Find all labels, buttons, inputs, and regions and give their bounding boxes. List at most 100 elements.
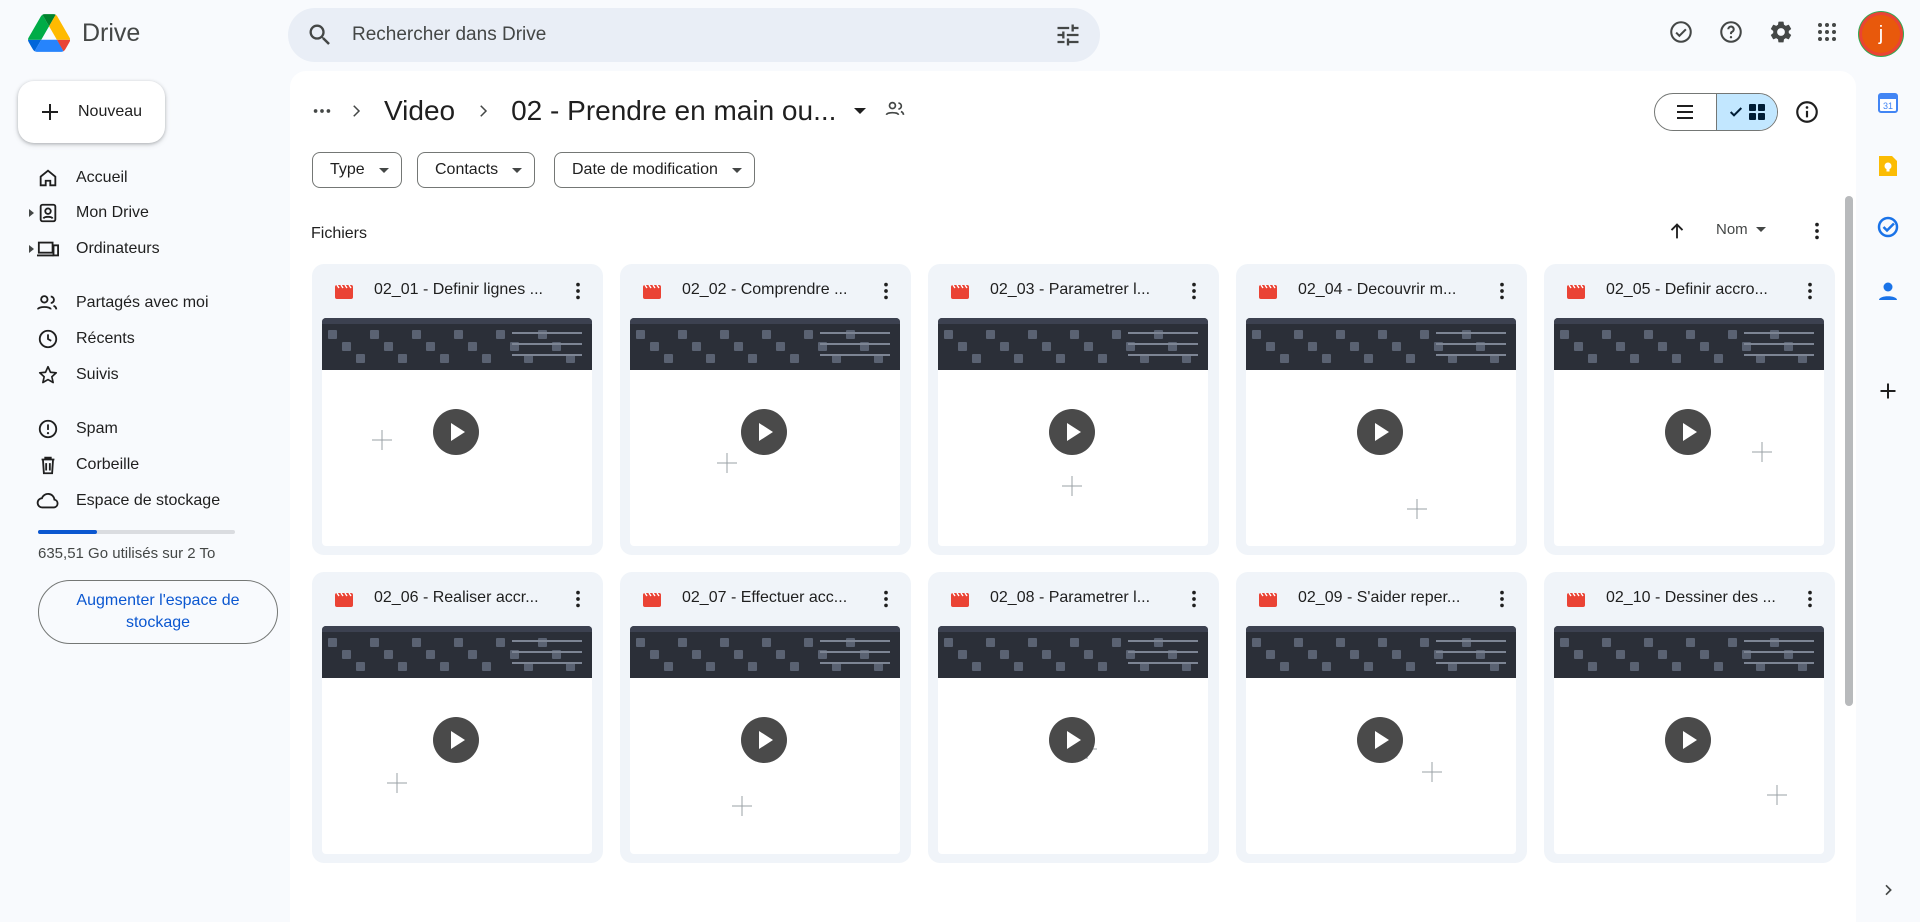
- cloud-icon: [28, 490, 68, 512]
- upgrade-storage-button[interactable]: Augmenter l'espace de stockage: [38, 580, 278, 644]
- settings-gear-icon[interactable]: [1766, 17, 1796, 47]
- play-icon[interactable]: [1049, 717, 1095, 763]
- folder-menu-dropdown-icon[interactable]: [854, 108, 867, 114]
- file-card[interactable]: 02_02 - Comprendre ...: [620, 264, 911, 555]
- avatar[interactable]: j: [1862, 15, 1900, 53]
- sidebar-item-label: Partagés avec moi: [76, 294, 209, 311]
- more-vert-icon[interactable]: [1799, 588, 1821, 610]
- video-thumbnail[interactable]: [1554, 318, 1824, 546]
- video-file-icon: [951, 284, 969, 299]
- list-view-button[interactable]: [1655, 94, 1716, 130]
- shared-icon: [28, 292, 68, 314]
- file-name: 02_03 - Parametrer l...: [990, 281, 1151, 298]
- drawing-preview: [732, 796, 752, 816]
- file-card[interactable]: 02_05 - Definir accro...: [1544, 264, 1835, 555]
- video-thumbnail[interactable]: [1246, 626, 1516, 854]
- file-card[interactable]: 02_06 - Realiser accr...: [312, 572, 603, 863]
- sidebar-item-mon-drive[interactable]: Mon Drive: [28, 197, 149, 229]
- avatar-letter: j: [1878, 22, 1884, 45]
- file-name: 02_06 - Realiser accr...: [374, 589, 539, 606]
- file-card[interactable]: 02_10 - Dessiner des ...: [1544, 572, 1835, 863]
- more-vert-icon[interactable]: [1491, 588, 1513, 610]
- search-bar[interactable]: [288, 8, 1100, 62]
- drawing-preview: [1407, 499, 1427, 519]
- sidebar-item-partages[interactable]: Partagés avec moi: [28, 287, 209, 319]
- file-card[interactable]: 02_04 - Decouvrir m...: [1236, 264, 1527, 555]
- more-vert-icon[interactable]: [1491, 280, 1513, 302]
- more-vert-icon[interactable]: [567, 280, 589, 302]
- sidebar-item-suivis[interactable]: Suivis: [28, 359, 119, 391]
- calendar-icon[interactable]: 31: [1874, 89, 1902, 117]
- more-vert-icon[interactable]: [875, 588, 897, 610]
- filter-date-chip[interactable]: Date de modification: [554, 152, 755, 188]
- play-icon[interactable]: [741, 717, 787, 763]
- tasks-icon[interactable]: [1874, 213, 1902, 241]
- scrollbar[interactable]: [1845, 196, 1853, 706]
- video-thumbnail[interactable]: [938, 626, 1208, 854]
- video-thumbnail[interactable]: [938, 318, 1208, 546]
- more-vert-icon[interactable]: [1806, 220, 1828, 242]
- search-input[interactable]: [352, 8, 1032, 62]
- sidebar-item-spam[interactable]: Spam: [28, 413, 118, 445]
- sidebar-item-recents[interactable]: Récents: [28, 323, 135, 355]
- file-card[interactable]: 02_07 - Effectuer acc...: [620, 572, 911, 863]
- view-toggle[interactable]: [1654, 93, 1778, 131]
- clock-icon: [28, 328, 68, 350]
- breadcrumb-item-current[interactable]: 02 - Prendre en main ou...: [503, 95, 844, 127]
- drawing-preview: [1752, 442, 1772, 462]
- file-card[interactable]: 02_03 - Parametrer l...: [928, 264, 1219, 555]
- play-icon[interactable]: [1049, 409, 1095, 455]
- dropdown-arrow-icon: [1755, 227, 1766, 232]
- search-icon[interactable]: [306, 21, 334, 49]
- apps-grid-icon[interactable]: [1812, 17, 1842, 47]
- video-thumbnail[interactable]: [322, 318, 592, 546]
- sidebar-item-stockage[interactable]: Espace de stockage: [28, 485, 220, 517]
- sidebar-item-ordinateurs[interactable]: Ordinateurs: [28, 233, 160, 265]
- more-vert-icon[interactable]: [875, 280, 897, 302]
- play-icon[interactable]: [433, 409, 479, 455]
- file-card[interactable]: 02_01 - Definir lignes ...: [312, 264, 603, 555]
- play-icon[interactable]: [741, 409, 787, 455]
- info-icon[interactable]: [1794, 99, 1820, 125]
- play-icon[interactable]: [1665, 717, 1711, 763]
- video-thumbnail[interactable]: [630, 626, 900, 854]
- grid-view-button[interactable]: [1715, 94, 1777, 130]
- play-icon[interactable]: [433, 717, 479, 763]
- drawing-preview: [1062, 476, 1082, 496]
- file-card[interactable]: 02_09 - S'aider reper...: [1236, 572, 1527, 863]
- chevron-right-icon[interactable]: [1874, 876, 1902, 904]
- filter-contacts-chip[interactable]: Contacts: [417, 152, 536, 188]
- more-vert-icon[interactable]: [1183, 588, 1205, 610]
- shared-folder-icon[interactable]: [884, 98, 906, 125]
- more-vert-icon[interactable]: [1183, 280, 1205, 302]
- new-button[interactable]: Nouveau: [18, 81, 165, 143]
- play-icon[interactable]: [1357, 409, 1403, 455]
- keep-icon[interactable]: [1874, 152, 1902, 180]
- sidebar-item-label: Spam: [76, 420, 118, 437]
- play-icon[interactable]: [1357, 717, 1403, 763]
- contacts-icon[interactable]: [1874, 277, 1902, 305]
- sort-direction-arrow-icon[interactable]: [1666, 220, 1688, 242]
- video-thumbnail[interactable]: [630, 318, 900, 546]
- filter-type-chip[interactable]: Type: [312, 152, 402, 188]
- storage-progress-bar: [38, 530, 235, 534]
- help-icon[interactable]: [1716, 17, 1746, 47]
- tune-icon[interactable]: [1054, 21, 1082, 49]
- video-thumbnail[interactable]: [1246, 318, 1516, 546]
- drive-logo[interactable]: Drive: [28, 14, 140, 52]
- file-card[interactable]: 02_08 - Parametrer l...: [928, 572, 1219, 863]
- breadcrumb-item-video[interactable]: Video: [376, 95, 463, 127]
- video-thumbnail[interactable]: [322, 626, 592, 854]
- sidebar-item-accueil[interactable]: Accueil: [28, 162, 128, 194]
- more-vert-icon[interactable]: [567, 588, 589, 610]
- spam-icon: [28, 418, 68, 440]
- play-icon[interactable]: [1665, 409, 1711, 455]
- add-addon-plus-icon[interactable]: [1874, 377, 1902, 405]
- sidebar-item-corbeille[interactable]: Corbeille: [28, 449, 139, 481]
- more-horizontal-icon[interactable]: [308, 100, 336, 122]
- offline-ready-icon[interactable]: [1666, 17, 1696, 47]
- thumbnail-toolbar-image: [1554, 626, 1824, 678]
- more-vert-icon[interactable]: [1799, 280, 1821, 302]
- video-thumbnail[interactable]: [1554, 626, 1824, 854]
- sort-by-button[interactable]: Nom: [1716, 221, 1766, 238]
